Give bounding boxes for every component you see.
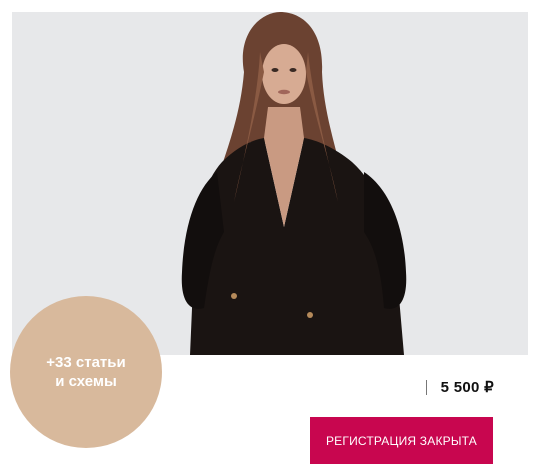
price-value: 5 500 ₽ — [440, 379, 494, 396]
promo-badge: +33 статьи и схемы — [10, 296, 162, 448]
price-row: 5 500 ₽ — [425, 377, 494, 397]
promo-line-1: +33 статьи — [46, 354, 126, 371]
promo-line-2: и схемы — [55, 373, 117, 390]
registration-closed-button[interactable]: РЕГИСТРАЦИЯ ЗАКРЫТА — [310, 417, 493, 464]
course-card: +33 статьи и схемы 5 500 ₽ РЕГИСТРАЦИЯ З… — [0, 0, 536, 476]
promo-text: +33 статьи и схемы — [26, 353, 146, 391]
price-divider — [425, 379, 427, 395]
